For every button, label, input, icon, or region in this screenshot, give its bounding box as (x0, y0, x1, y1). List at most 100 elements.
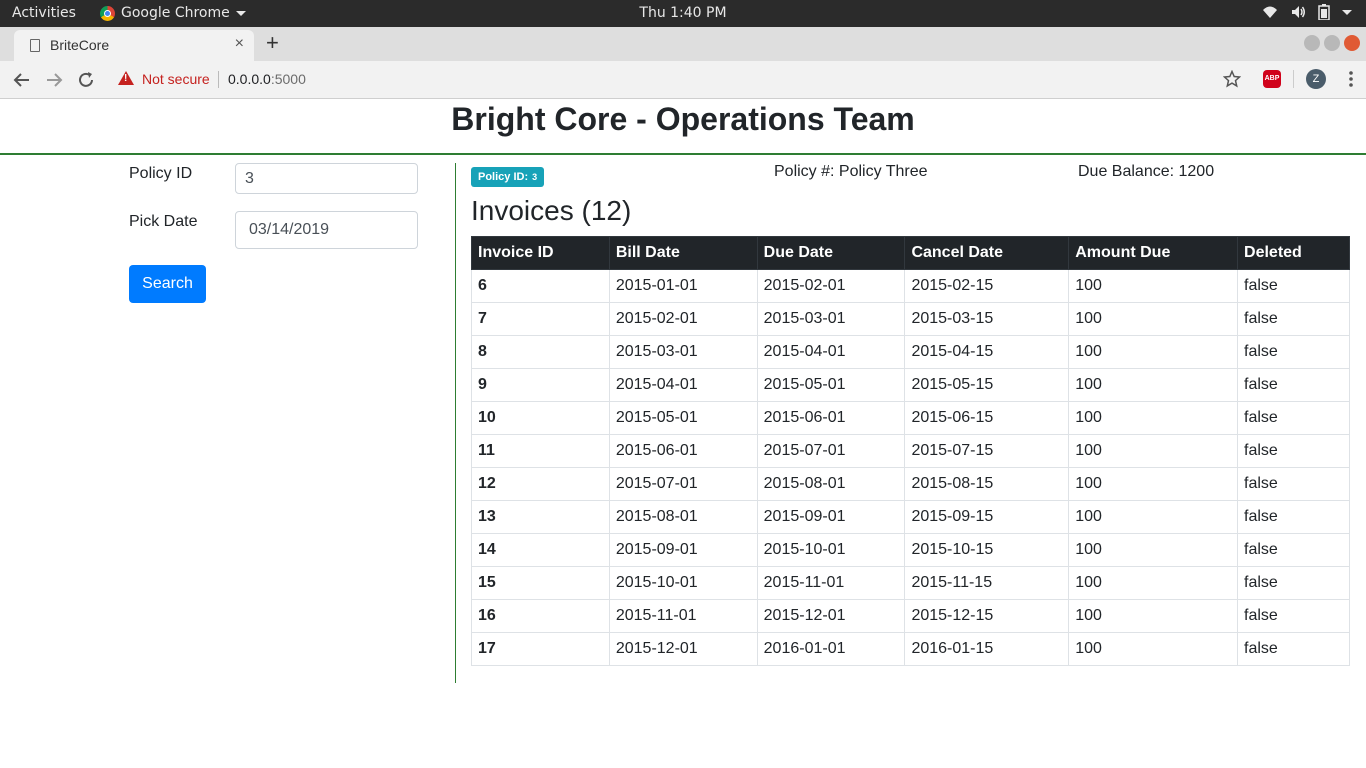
system-tray[interactable] (1262, 4, 1352, 20)
address-bar[interactable]: Not secure 0.0.0.0:5000 (108, 67, 1238, 93)
table-row: 14 2015-09-01 2015-10-01 2015-10-15 100 false (471, 533, 1350, 567)
wifi-icon (1263, 6, 1277, 18)
cell-bill-date: 2015-11-01 (608, 599, 758, 633)
cell-due-date: 2015-06-01 (756, 401, 906, 435)
cell-bill-date: 2015-08-01 (608, 500, 758, 534)
cell-deleted: false (1237, 434, 1350, 468)
cell-bill-date: 2015-03-01 (608, 335, 758, 369)
policy-id-badge: Policy ID: 3 (471, 167, 545, 187)
column-header-cancel-date: Cancel Date (904, 236, 1070, 270)
cell-deleted: false (1237, 632, 1350, 666)
forward-arrow-icon[interactable] (43, 69, 65, 91)
cell-invoice-id: 13 (471, 500, 610, 534)
table-row: 11 2015-06-01 2015-07-01 2015-07-15 100 false (471, 434, 1350, 468)
cell-due-date: 2015-04-01 (756, 335, 906, 369)
cell-invoice-id: 14 (471, 533, 610, 567)
cell-deleted: false (1237, 335, 1350, 369)
search-button[interactable]: Search (129, 265, 206, 303)
cell-invoice-id: 10 (471, 401, 610, 435)
close-window-icon[interactable] (1344, 35, 1360, 51)
cell-invoice-id: 8 (471, 335, 610, 369)
cell-bill-date: 2015-10-01 (608, 566, 758, 600)
page-title: Bright Core - Operations Team (451, 101, 915, 137)
cell-invoice-id: 17 (471, 632, 610, 666)
cell-cancel-date: 2015-06-15 (904, 401, 1070, 435)
table-header-row: Invoice ID Bill Date Due Date Cancel Date Am… (471, 236, 1350, 270)
cell-cancel-date: 2015-07-15 (904, 434, 1070, 468)
table-row: 9 2015-04-01 2015-05-01 2015-05-15 100 false (471, 368, 1350, 402)
cell-amount-due: 100 (1068, 500, 1239, 534)
page-favicon-icon (30, 39, 40, 52)
toolbar-divider (1293, 70, 1294, 88)
cell-amount-due: 100 (1068, 599, 1239, 633)
profile-avatar[interactable]: Z (1306, 69, 1326, 89)
reload-icon[interactable] (75, 69, 97, 91)
column-header-deleted: Deleted (1237, 236, 1350, 270)
table-row: 16 2015-11-01 2015-12-01 2015-12-15 100 false (471, 599, 1350, 633)
cell-cancel-date: 2015-11-15 (904, 566, 1070, 600)
cell-amount-due: 100 (1068, 434, 1239, 468)
chevron-down-icon (1342, 10, 1352, 15)
close-tab-icon[interactable]: × (235, 35, 244, 53)
kebab-menu-icon[interactable] (1348, 70, 1354, 88)
table-row: 17 2015-12-01 2016-01-01 2016-01-15 100 false (471, 632, 1350, 666)
cell-cancel-date: 2015-09-15 (904, 500, 1070, 534)
volume-icon (1292, 6, 1305, 18)
os-top-bar: Activities Google Chrome Thu 1:40 PM (0, 0, 1366, 27)
minimize-window-icon[interactable] (1304, 35, 1320, 51)
cell-amount-due: 100 (1068, 368, 1239, 402)
browser-tab-strip: BriteCore × + (0, 27, 1366, 61)
table-row: 7 2015-02-01 2015-03-01 2015-03-15 100 false (471, 302, 1350, 336)
cell-deleted: false (1237, 302, 1350, 336)
security-status[interactable]: Not secure (142, 71, 210, 87)
address-separator (218, 71, 219, 88)
cell-due-date: 2015-09-01 (756, 500, 906, 534)
cell-amount-due: 100 (1068, 302, 1239, 336)
cell-deleted: false (1237, 566, 1350, 600)
column-header-invoice-id: Invoice ID (471, 236, 610, 270)
cell-cancel-date: 2016-01-15 (904, 632, 1070, 666)
table-row: 15 2015-10-01 2015-11-01 2015-11-15 100 false (471, 566, 1350, 600)
cell-amount-due: 100 (1068, 566, 1239, 600)
back-arrow-icon[interactable] (11, 69, 33, 91)
url-host: 0.0.0.0 (228, 71, 271, 87)
cell-amount-due: 100 (1068, 632, 1239, 666)
cell-due-date: 2015-08-01 (756, 467, 906, 501)
policy-id-label: Policy ID (129, 165, 193, 182)
column-header-bill-date: Bill Date (608, 236, 758, 270)
cell-deleted: false (1237, 467, 1350, 501)
star-icon[interactable] (1223, 70, 1241, 88)
maximize-window-icon[interactable] (1324, 35, 1340, 51)
table-row: 12 2015-07-01 2015-08-01 2015-08-15 100 false (471, 467, 1350, 501)
policy-id-input[interactable] (235, 163, 418, 194)
policy-number: Policy #: Policy Three (774, 163, 928, 180)
cell-deleted: false (1237, 368, 1350, 402)
page-content: Bright Core - Operations Team Policy ID … (0, 99, 1366, 768)
cell-bill-date: 2015-06-01 (608, 434, 758, 468)
column-header-amount-due: Amount Due (1068, 236, 1239, 270)
pick-date-input[interactable] (235, 211, 418, 249)
cell-due-date: 2015-07-01 (756, 434, 906, 468)
browser-tab[interactable]: BriteCore × (14, 30, 254, 61)
warning-icon (118, 71, 134, 85)
cell-invoice-id: 6 (471, 269, 610, 303)
table-row: 6 2015-01-01 2015-02-01 2015-02-15 100 false (471, 269, 1350, 303)
url-port: :5000 (270, 71, 306, 87)
cell-deleted: false (1237, 500, 1350, 534)
system-clock[interactable]: Thu 1:40 PM (0, 5, 1366, 21)
cell-bill-date: 2015-01-01 (608, 269, 758, 303)
cell-deleted: false (1237, 533, 1350, 567)
cell-amount-due: 100 (1068, 269, 1239, 303)
new-tab-button[interactable]: + (266, 30, 279, 56)
url-text[interactable]: 0.0.0.0:5000 (228, 71, 306, 87)
browser-toolbar: Not secure 0.0.0.0:5000 ABP Z (0, 61, 1366, 99)
pick-date-label: Pick Date (129, 213, 198, 230)
cell-amount-due: 100 (1068, 533, 1239, 567)
cell-due-date: 2015-10-01 (756, 533, 906, 567)
adblock-icon[interactable]: ABP (1263, 70, 1281, 88)
cell-bill-date: 2015-07-01 (608, 467, 758, 501)
cell-due-date: 2015-11-01 (756, 566, 906, 600)
toolbar-actions: ABP Z (1223, 69, 1354, 89)
due-balance: Due Balance: 1200 (1078, 163, 1215, 180)
cell-cancel-date: 2015-03-15 (904, 302, 1070, 336)
